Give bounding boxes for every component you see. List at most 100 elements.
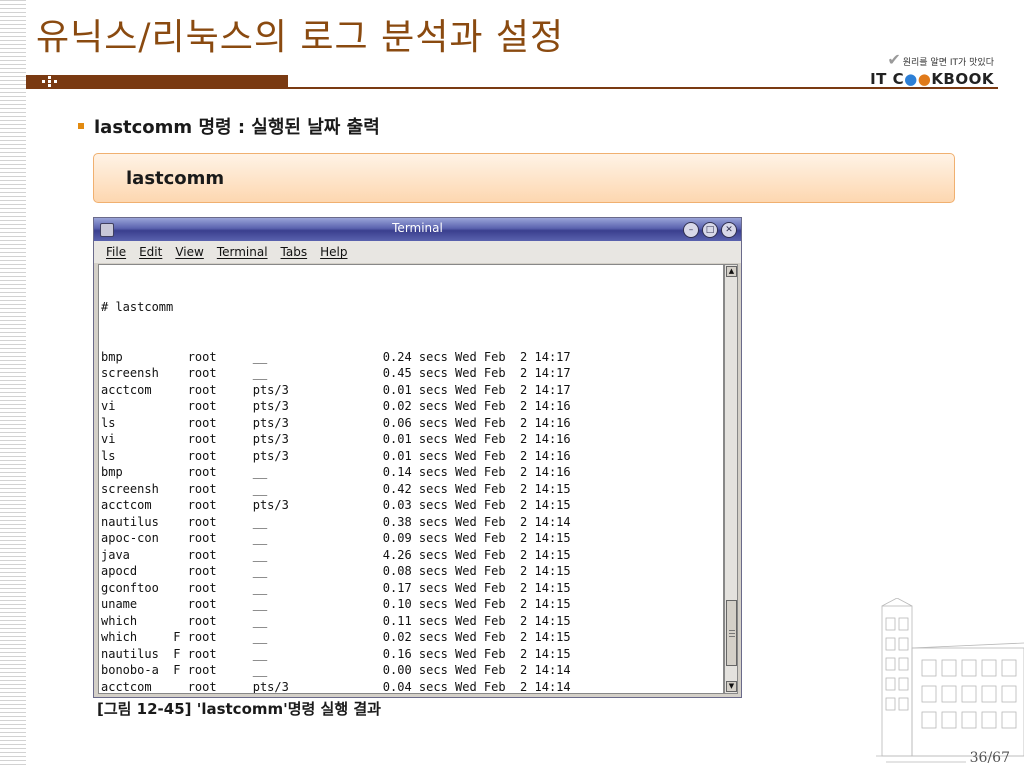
terminal-row: vi root pts/3 0.02 secs Wed Feb 2 14:16 xyxy=(101,398,571,415)
terminal-cell-time: 0.04 secs xyxy=(382,679,448,694)
terminal-cell-tty: __ xyxy=(252,547,383,562)
terminal-cell-cmd: uname xyxy=(101,597,174,611)
terminal-cell-date: Wed Feb 2 14:16 xyxy=(447,399,571,413)
window-controls: – □ ✕ xyxy=(683,222,737,238)
terminal-scrollbar[interactable]: ▲ ▼ xyxy=(724,264,738,694)
close-icon[interactable]: ✕ xyxy=(721,222,737,238)
terminal-cell-date: Wed Feb 2 14:15 xyxy=(447,580,571,595)
terminal-output[interactable]: # lastcomm bmp root __ 0.24 secs Wed Feb… xyxy=(98,264,724,694)
terminal-cell-user: root xyxy=(180,514,253,529)
terminal-cell-user: root xyxy=(180,564,253,578)
terminal-cell-tty: __ xyxy=(252,580,383,595)
terminal-cell-tty: pts/3 xyxy=(252,448,383,463)
terminal-cell-date: Wed Feb 2 14:14 xyxy=(447,514,571,529)
checkmark-icon: ✔ xyxy=(887,50,901,69)
terminal-cell-cmd: apoc-con xyxy=(101,531,174,545)
terminal-cell-time: 0.16 secs xyxy=(382,646,448,661)
maximize-icon[interactable]: □ xyxy=(702,222,718,238)
bullet-text: lastcomm 명령 : 실행된 날짜 출력 xyxy=(94,117,380,138)
terminal-cell-date: Wed Feb 2 14:14 xyxy=(447,663,571,677)
terminal-cell-tty: __ xyxy=(252,481,383,496)
terminal-window: Terminal – □ ✕ File Edit View Terminal T… xyxy=(93,217,742,698)
command-box: lastcomm xyxy=(93,153,955,203)
terminal-cell-date: Wed Feb 2 14:16 xyxy=(447,448,571,463)
terminal-cell-time: 0.14 secs xyxy=(382,465,448,479)
minimize-icon[interactable]: – xyxy=(683,222,699,238)
terminal-cell-date: Wed Feb 2 14:17 xyxy=(447,382,571,397)
terminal-row: which F root __ 0.02 secs Wed Feb 2 14:1… xyxy=(101,629,571,646)
title-divider-line xyxy=(26,87,998,89)
brand-tagline: ✔ 원리를 알면 IT가 맛있다 xyxy=(870,50,994,69)
terminal-cell-tty: __ xyxy=(252,646,383,661)
terminal-cell-user: root xyxy=(180,399,253,413)
terminal-title: Terminal xyxy=(392,221,443,235)
terminal-cell-time: 0.01 secs xyxy=(382,432,448,446)
terminal-cell-cmd: ls xyxy=(101,448,174,463)
terminal-cell-time: 0.42 secs xyxy=(382,481,448,496)
terminal-cell-time: 0.45 secs xyxy=(382,366,448,380)
terminal-cell-tty: __ xyxy=(252,630,383,644)
terminal-cell-user: root xyxy=(180,415,253,430)
menu-edit[interactable]: Edit xyxy=(139,245,162,259)
terminal-cell-time: 0.01 secs xyxy=(382,448,448,463)
menu-file[interactable]: File xyxy=(106,245,126,259)
menu-view[interactable]: View xyxy=(175,245,203,259)
building-sketch-icon xyxy=(876,598,1024,763)
scroll-thumb[interactable] xyxy=(726,600,737,666)
terminal-row: apocd root __ 0.08 secs Wed Feb 2 14:15 xyxy=(101,563,571,580)
terminal-cell-user: root xyxy=(180,679,253,694)
terminal-cell-cmd: vi xyxy=(101,432,174,446)
scroll-down-icon[interactable]: ▼ xyxy=(726,681,737,692)
terminal-cell-cmd: bmp xyxy=(101,465,174,479)
menu-terminal[interactable]: Terminal xyxy=(217,245,268,259)
terminal-cell-tty: __ xyxy=(252,366,383,380)
terminal-row: vi root pts/3 0.01 secs Wed Feb 2 14:16 xyxy=(101,431,571,448)
terminal-cell-time: 0.02 secs xyxy=(382,399,448,413)
brand-logo-suffix: KBOOK xyxy=(931,70,994,88)
blue-dot-icon: ● xyxy=(904,70,918,88)
scroll-up-icon[interactable]: ▲ xyxy=(726,266,737,277)
terminal-cell-date: Wed Feb 2 14:15 xyxy=(447,481,571,496)
terminal-cell-date: Wed Feb 2 14:15 xyxy=(447,646,571,661)
terminal-cell-user: root xyxy=(180,646,253,661)
terminal-cell-cmd: apocd xyxy=(101,564,174,578)
terminal-cell-user: root xyxy=(180,432,253,446)
terminal-cell-tty: __ xyxy=(252,564,383,578)
terminal-row: ls root pts/3 0.01 secs Wed Feb 2 14:16 xyxy=(101,448,571,465)
terminal-cell-cmd: vi xyxy=(101,399,174,413)
terminal-row: nautilus F root __ 0.16 secs Wed Feb 2 1… xyxy=(101,646,571,663)
terminal-cell-user: root xyxy=(180,382,253,397)
terminal-cell-tty: pts/3 xyxy=(252,382,383,397)
terminal-cell-user: root xyxy=(180,465,253,479)
terminal-cell-tty: __ xyxy=(252,597,383,611)
terminal-cell-time: 0.24 secs xyxy=(382,349,448,364)
brand-logo-prefix: IT C xyxy=(870,70,905,88)
terminal-cell-time: 0.10 secs xyxy=(382,597,448,611)
brand-logo: IT C●●KBOOK xyxy=(870,70,994,88)
terminal-row: acctcom root pts/3 0.01 secs Wed Feb 2 1… xyxy=(101,382,571,399)
terminal-cell-cmd: java xyxy=(101,547,174,562)
terminal-cell-time: 0.03 secs xyxy=(382,498,448,512)
terminal-cell-time: 0.00 secs xyxy=(382,663,448,677)
terminal-cell-date: Wed Feb 2 14:16 xyxy=(447,465,571,479)
terminal-row: nautilus root __ 0.38 secs Wed Feb 2 14:… xyxy=(101,514,571,531)
terminal-row: uname root __ 0.10 secs Wed Feb 2 14:15 xyxy=(101,596,571,613)
menu-help[interactable]: Help xyxy=(320,245,347,259)
terminal-cell-time: 0.06 secs xyxy=(382,415,448,430)
terminal-cell-time: 0.01 secs xyxy=(382,382,448,397)
menu-tabs[interactable]: Tabs xyxy=(281,245,308,259)
terminal-cell-date: Wed Feb 2 14:17 xyxy=(447,349,571,364)
terminal-cell-cmd: ls xyxy=(101,415,174,430)
terminal-cell-cmd: acctcom xyxy=(101,382,174,397)
terminal-titlebar[interactable]: Terminal – □ ✕ xyxy=(94,218,741,241)
terminal-row: screensh root __ 0.45 secs Wed Feb 2 14:… xyxy=(101,365,571,382)
terminal-cell-cmd: nautilus xyxy=(101,646,174,661)
terminal-cell-cmd: acctcom xyxy=(101,679,174,694)
terminal-cell-time: 0.09 secs xyxy=(382,531,448,545)
terminal-cell-date: Wed Feb 2 14:15 xyxy=(447,597,571,611)
terminal-cell-date: Wed Feb 2 14:15 xyxy=(447,547,571,562)
terminal-cell-cmd: gconftoo xyxy=(101,580,174,595)
terminal-lines: # lastcomm bmp root __ 0.24 secs Wed Feb… xyxy=(101,266,571,694)
page-number: 36/67 xyxy=(969,750,1010,766)
figure-caption: [그림 12-45] 'lastcomm'명령 실행 결과 xyxy=(97,700,381,718)
